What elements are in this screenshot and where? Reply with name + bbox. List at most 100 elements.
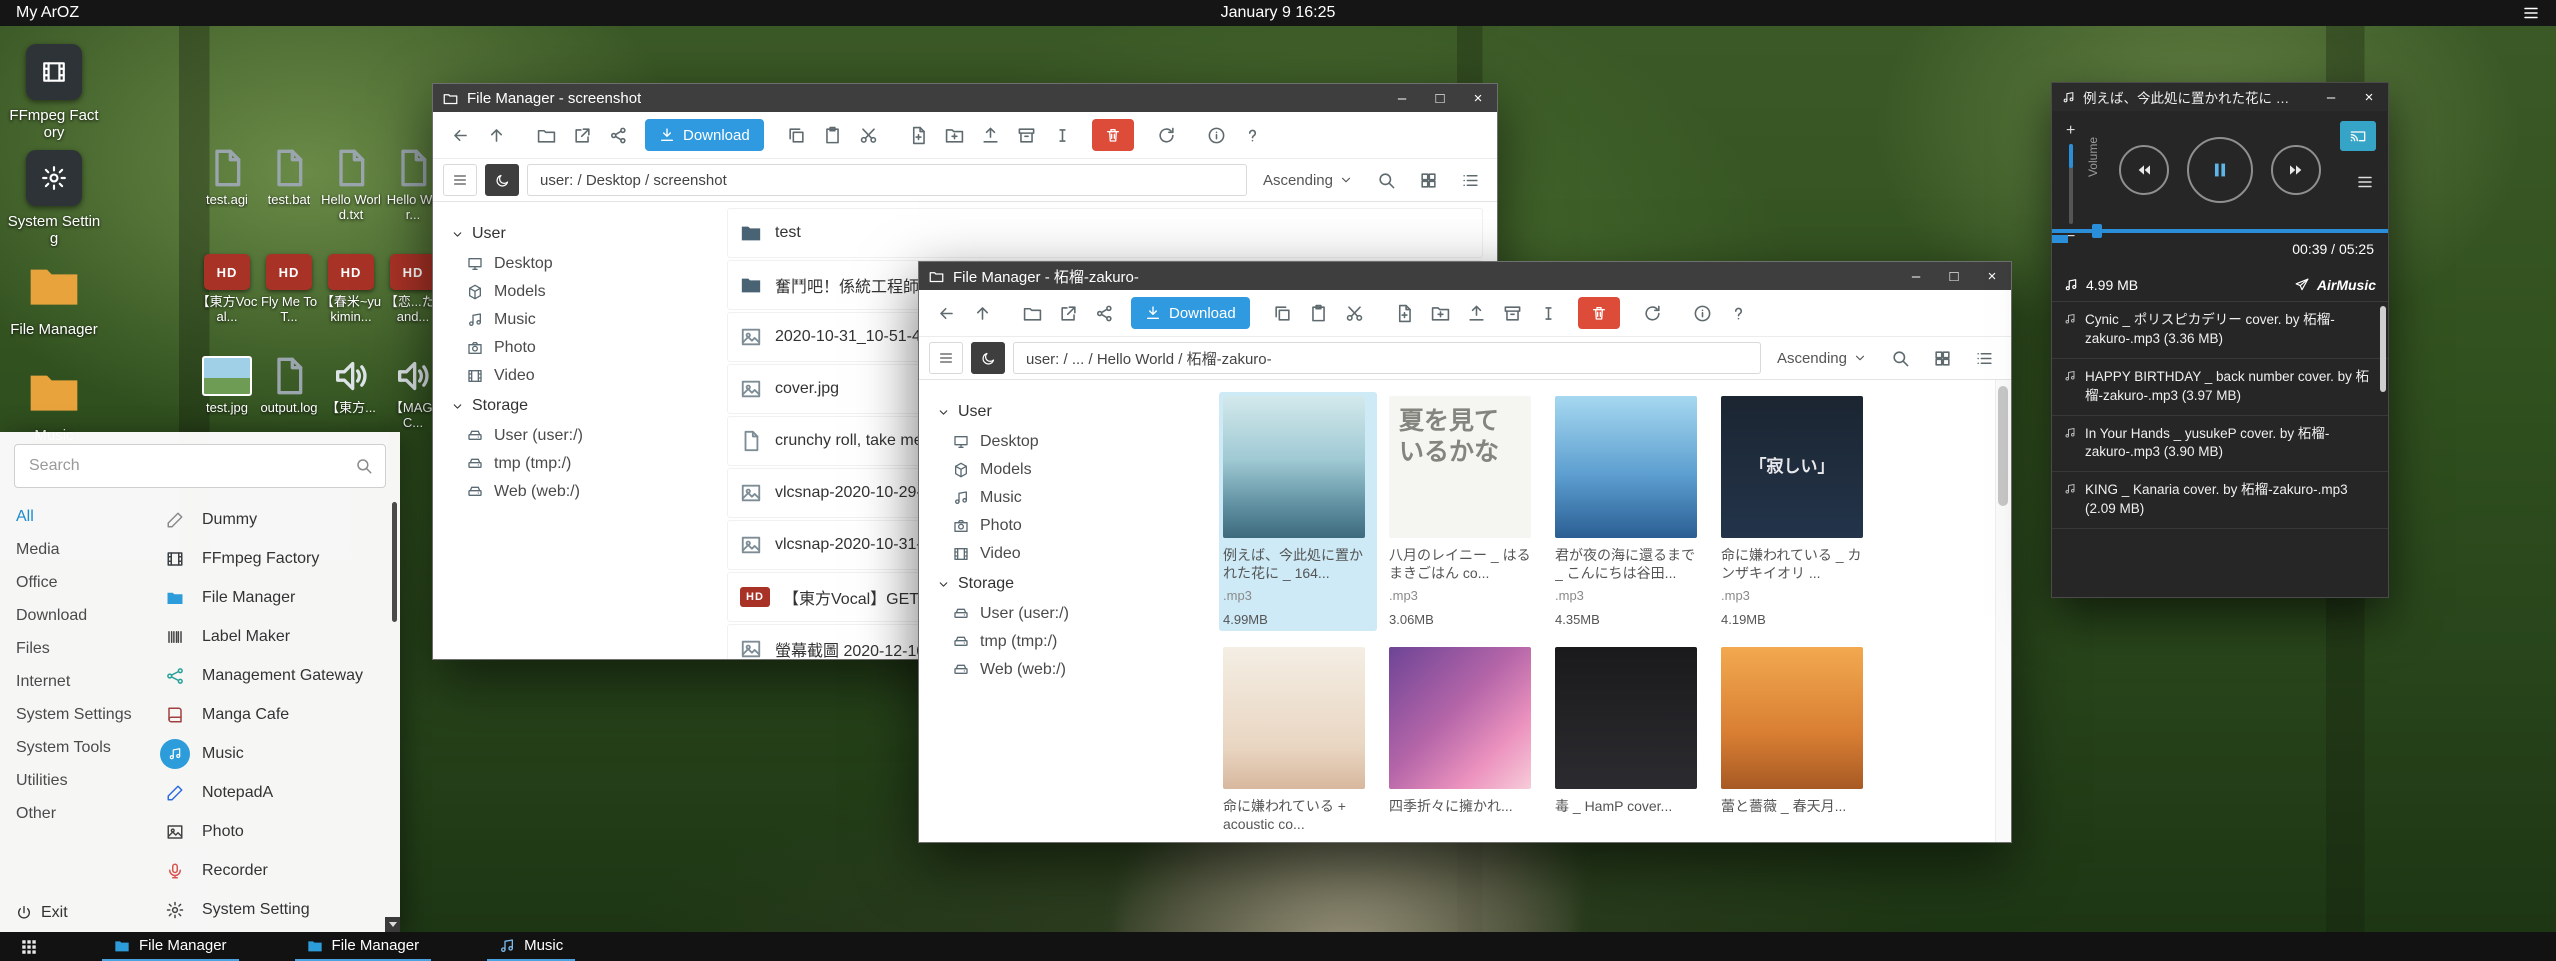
breadcrumb[interactable]: user: / Desktop / screenshot <box>527 164 1247 196</box>
sidebar-item-models[interactable]: Models <box>451 278 721 306</box>
volume-up-button[interactable]: + <box>2066 123 2075 139</box>
paste-button[interactable] <box>816 119 850 151</box>
cast-button[interactable] <box>2340 121 2376 151</box>
cut-button[interactable] <box>1338 297 1372 329</box>
info-button[interactable] <box>1200 119 1234 151</box>
grid-view-button[interactable] <box>1411 164 1445 196</box>
close-button[interactable]: × <box>1459 84 1497 112</box>
playlist-item[interactable]: KING _ Kanaria cover. by 柘榴-zakuro-.mp3 … <box>2052 472 2388 529</box>
open-external-button[interactable] <box>565 119 599 151</box>
sidebar-item-web-drive[interactable]: Web (web:/) <box>937 656 1207 684</box>
sidebar-item-tmp-drive[interactable]: tmp (tmp:/) <box>937 628 1207 656</box>
file-tile[interactable]: 命に嫌われている + acoustic co... 1.69MB <box>1219 643 1377 842</box>
copy-button[interactable] <box>1266 297 1300 329</box>
desktop-file-video-3[interactable]: HD 【春米~yukimin... <box>320 254 382 325</box>
desktop-file-audio-1[interactable]: 【東方... <box>320 356 382 416</box>
search-input[interactable] <box>27 456 355 476</box>
category-internet[interactable]: Internet <box>0 665 152 698</box>
help-button[interactable] <box>1236 119 1270 151</box>
seek-knob[interactable] <box>2092 224 2102 238</box>
copy-button[interactable] <box>780 119 814 151</box>
desktop-icon-ffmpeg-factory[interactable]: FFmpeg Factory <box>6 44 102 142</box>
file-tile-selected[interactable]: 例えば、今此処に置かれた花に _ 164... .mp3 4.99MB <box>1219 392 1377 631</box>
app-item-dummy[interactable]: Dummy <box>152 500 400 539</box>
sidebar-item-desktop[interactable]: Desktop <box>451 250 721 278</box>
up-button[interactable] <box>965 297 999 329</box>
desktop-file-test-bat[interactable]: test.bat <box>258 148 320 208</box>
title-bar[interactable]: File Manager - screenshot – □ × <box>433 84 1497 112</box>
minimize-button[interactable]: – <box>1383 84 1421 112</box>
new-folder-button[interactable] <box>1424 297 1458 329</box>
list-menu-button[interactable] <box>443 164 477 196</box>
sort-dropdown[interactable]: Ascending <box>1777 350 1867 367</box>
sidebar-item-user-drive[interactable]: User (user:/) <box>937 600 1207 628</box>
previous-track-button[interactable] <box>2119 145 2169 195</box>
file-tile[interactable]: 四季折々に擁かれ... <box>1385 643 1543 842</box>
desktop-file-video-1[interactable]: HD 【東方Vocal... <box>196 254 258 325</box>
refresh-button[interactable] <box>1636 297 1670 329</box>
volume-slider[interactable] <box>2069 144 2073 224</box>
category-system-settings[interactable]: System Settings <box>0 698 152 731</box>
upload-button[interactable] <box>1460 297 1494 329</box>
app-item-manga-cafe[interactable]: Manga Cafe <box>152 695 400 734</box>
category-other[interactable]: Other <box>0 797 152 830</box>
app-item-notepada[interactable]: NotepadA <box>152 773 400 812</box>
open-button[interactable] <box>1015 297 1049 329</box>
desktop-file-test-jpg[interactable]: test.jpg <box>196 356 258 416</box>
search-button[interactable] <box>1369 164 1403 196</box>
desktop-file-hello-world-txt[interactable]: Hello World.txt <box>320 148 382 223</box>
upload-button[interactable] <box>974 119 1008 151</box>
next-track-button[interactable] <box>2271 145 2321 195</box>
sidebar-section-user[interactable]: User <box>937 403 1207 421</box>
desktop-icon-system-setting[interactable]: System Setting <box>6 150 102 248</box>
playlist-item[interactable]: HAPPY BIRTHDAY _ back number cover. by 柘… <box>2052 359 2388 416</box>
category-office[interactable]: Office <box>0 566 152 599</box>
help-button[interactable] <box>1722 297 1756 329</box>
task-music[interactable]: Music <box>487 932 575 961</box>
sidebar-item-photo[interactable]: Photo <box>937 512 1207 540</box>
volume-control[interactable]: + − <box>2066 123 2075 245</box>
file-tile[interactable]: 蕾と薔薇 _ 春天月... <box>1717 643 1875 842</box>
app-item-photo[interactable]: Photo <box>152 812 400 851</box>
category-files[interactable]: Files <box>0 632 152 665</box>
pause-button[interactable] <box>2187 137 2253 203</box>
category-system-tools[interactable]: System Tools <box>0 731 152 764</box>
title-bar[interactable]: 例えば、今此処に置かれた花に _ 164 c... – × <box>2052 83 2388 111</box>
cut-button[interactable] <box>852 119 886 151</box>
playlist-scrollbar[interactable] <box>2380 306 2386 392</box>
theme-toggle-button[interactable] <box>485 164 519 196</box>
app-item-recorder[interactable]: Recorder <box>152 851 400 890</box>
sidebar-item-photo[interactable]: Photo <box>451 334 721 362</box>
sidebar-item-video[interactable]: Video <box>937 540 1207 568</box>
category-download[interactable]: Download <box>0 599 152 632</box>
player-menu-button[interactable] <box>2356 173 2374 196</box>
sidebar-section-user[interactable]: User <box>451 225 721 243</box>
category-media[interactable]: Media <box>0 533 152 566</box>
exit-button[interactable]: Exit <box>16 904 68 922</box>
search-button[interactable] <box>1883 342 1917 374</box>
new-folder-button[interactable] <box>938 119 972 151</box>
app-item-file-manager[interactable]: File Manager <box>152 578 400 617</box>
start-brand-button[interactable]: My ArOZ <box>0 4 79 22</box>
app-item-music[interactable]: Music <box>152 734 400 773</box>
window-scrollbar[interactable] <box>1995 380 2011 842</box>
file-row-test[interactable]: test <box>727 208 1483 258</box>
file-tile[interactable]: 夏を見て いるかな 八月のレイニー _ はるまきごはん co... .mp3 3… <box>1385 392 1543 631</box>
file-tile[interactable]: 毒 _ HamP cover... <box>1551 643 1709 842</box>
app-item-ffmpeg-factory[interactable]: FFmpeg Factory <box>152 539 400 578</box>
new-file-button[interactable] <box>902 119 936 151</box>
file-tile[interactable]: 君が夜の海に還るまで _ こんにちは谷田... .mp3 4.35MB <box>1551 392 1709 631</box>
breadcrumb[interactable]: user: / ... / Hello World / 柘榴-zakuro- <box>1013 342 1761 374</box>
file-tile[interactable]: 「寂しい」 命に嫌われている _ カンザキイオリ ... .mp3 4.19MB <box>1717 392 1875 631</box>
title-bar[interactable]: File Manager - 柘榴-zakuro- – □ × <box>919 262 2011 290</box>
theme-toggle-button[interactable] <box>971 342 1005 374</box>
close-button[interactable]: × <box>1973 262 2011 290</box>
info-button[interactable] <box>1686 297 1720 329</box>
desktop-file-video-2[interactable]: HD Fly Me To T... <box>258 254 320 325</box>
app-drawer-button[interactable] <box>12 932 46 961</box>
share-button[interactable] <box>601 119 635 151</box>
sidebar-item-models[interactable]: Models <box>937 456 1207 484</box>
grid-view-button[interactable] <box>1925 342 1959 374</box>
sidebar-section-storage[interactable]: Storage <box>937 575 1207 593</box>
list-menu-button[interactable] <box>929 342 963 374</box>
